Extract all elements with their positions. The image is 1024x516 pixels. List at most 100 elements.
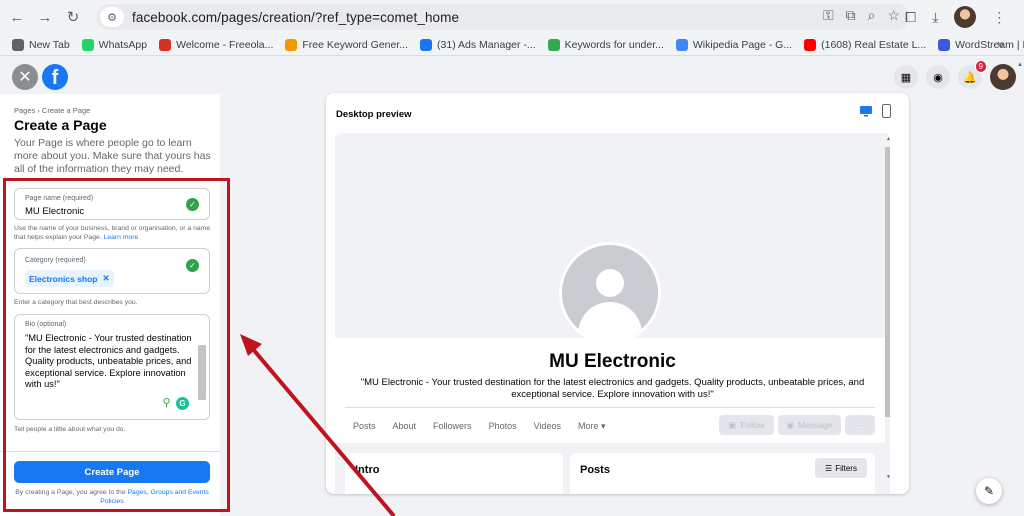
- reload-icon[interactable]: ↻: [62, 6, 84, 28]
- checkmark-icon: ✓: [186, 259, 199, 272]
- browser-profile-avatar[interactable]: [954, 6, 977, 28]
- learn-more-link[interactable]: Learn more: [104, 234, 139, 241]
- site-info-icon[interactable]: ⚙: [100, 7, 124, 27]
- bio-textarea[interactable]: "MU Electronic - Your trusted destinatio…: [25, 333, 193, 391]
- checkmark-icon: ✓: [186, 198, 199, 211]
- terms-prefix: By creating a Page, you agree to the: [15, 489, 126, 496]
- bookmark-favicon-icon: [12, 38, 24, 51]
- bookmark-favicon-icon: [804, 38, 817, 51]
- facebook-logo-icon[interactable]: f: [42, 64, 68, 90]
- bookmark-label: New Tab: [29, 38, 70, 51]
- menu-icon[interactable]: ⋮: [992, 9, 1006, 26]
- preview-tab: Videos: [533, 421, 561, 431]
- menu-grid-icon[interactable]: ▦: [894, 65, 918, 89]
- bio-label: Bio (optional): [25, 321, 67, 328]
- grammarly-icon[interactable]: G: [176, 397, 189, 410]
- bookmark-favicon-icon: [938, 38, 951, 51]
- create-page-panel: Pages › Create a Page Create a Page Your…: [0, 94, 220, 516]
- intro-card: Intro: [345, 453, 563, 494]
- bookmark-item[interactable]: New Tab: [12, 38, 70, 51]
- bookmark-label: WhatsApp: [98, 38, 148, 51]
- bookmark-favicon-icon: [675, 38, 688, 51]
- message-button: ◉ Message: [778, 415, 841, 435]
- preview-tab: Photos: [488, 421, 517, 431]
- bookmark-favicon-icon: [547, 38, 560, 51]
- bookmark-item[interactable]: Free Keyword Gener...: [285, 38, 408, 51]
- filters-button: ☰ Filters: [815, 458, 867, 478]
- bookmark-label: WordStream | Free...: [955, 38, 1024, 51]
- bookmark-favicon-icon: [285, 38, 298, 51]
- page-name-input[interactable]: MU Electronic: [25, 206, 84, 217]
- bookmark-item[interactable]: Wikipedia Page - G...: [675, 38, 792, 51]
- compose-edit-icon[interactable]: ✎: [976, 478, 1002, 504]
- bookmark-favicon-icon: [81, 38, 94, 51]
- address-bar[interactable]: ⚙ facebook.com/pages/creation/?ref_type=…: [96, 4, 910, 30]
- back-icon[interactable]: ←: [6, 6, 28, 28]
- bookmark-label: Welcome - Freeola...: [176, 38, 274, 51]
- profile-avatar[interactable]: [990, 64, 1016, 90]
- forward-icon[interactable]: →: [34, 6, 56, 28]
- scroll-up-icon[interactable]: ▲: [1017, 62, 1023, 68]
- posts-card: Posts ☰ Filters: [570, 453, 875, 494]
- breadcrumb[interactable]: Pages › Create a Page: [14, 106, 90, 115]
- download-icon[interactable]: ⤓: [932, 9, 938, 26]
- zoom-icon[interactable]: ⌕: [868, 7, 876, 24]
- preview-tabs: Posts About Followers Photos Videos More ▾: [353, 421, 622, 432]
- follow-label: Follow: [740, 420, 765, 430]
- desktop-preview-card: Desktop preview MU Electronic "MU Electr…: [326, 93, 909, 494]
- create-page-button[interactable]: Create Page: [14, 461, 210, 483]
- window-scrollbar[interactable]: [1016, 58, 1024, 516]
- bookmark-item[interactable]: (1608) Real Estate L...: [804, 38, 927, 51]
- close-icon[interactable]: ✕: [12, 64, 38, 90]
- notifications-icon[interactable]: 🔔 9: [958, 60, 987, 89]
- bookmarks-bar: New Tab WhatsApp Welcome - Freeola... Free …: [0, 34, 1024, 56]
- preview-tab: Followers: [433, 421, 472, 431]
- preview-tab: More ▾: [577, 421, 606, 431]
- category-help: Enter a category that best describes you…: [14, 299, 138, 306]
- location-pin-icon[interactable]: ⚲: [160, 397, 173, 410]
- preview-page-name: MU Electronic: [549, 351, 676, 372]
- category-label: Category (required): [25, 257, 86, 264]
- preview-tab: Posts: [353, 421, 376, 431]
- more-actions-label: ···: [855, 420, 865, 430]
- messenger-icon[interactable]: ◉: [926, 65, 950, 89]
- category-field[interactable]: Category (required) Electronics shop ✕ ✓: [14, 248, 210, 294]
- bookmark-item[interactable]: WordStream | Free...: [938, 38, 1024, 51]
- bookmark-label: (31) Ads Manager -...: [437, 38, 536, 51]
- bookmarks-more-icon[interactable]: »: [997, 37, 1004, 51]
- page-name-help: Use the name of your business, brand or …: [14, 224, 214, 242]
- bio-scroll-thumb[interactable]: [198, 345, 206, 400]
- bookmark-label: (1608) Real Estate L...: [821, 38, 927, 51]
- bio-field[interactable]: Bio (optional) "MU Electronic - Your tru…: [14, 314, 210, 420]
- bookmark-favicon-icon: [420, 38, 433, 51]
- category-chip-label: Electronics shop: [29, 273, 98, 284]
- remove-chip-icon[interactable]: ✕: [103, 273, 110, 284]
- extensions-icon[interactable]: ⧠: [905, 9, 916, 26]
- preview-tab: About: [392, 421, 417, 431]
- bio-scrollbar[interactable]: [198, 335, 206, 413]
- page-name-field[interactable]: Page name (required) MU Electronic ✓: [14, 188, 210, 220]
- url-text[interactable]: facebook.com/pages/creation/?ref_type=co…: [132, 10, 459, 25]
- preview-bio: "MU Electronic - Your trusted destinatio…: [360, 377, 865, 400]
- bio-help: Tell people a little about what you do.: [14, 426, 126, 433]
- install-icon[interactable]: ⧉: [846, 7, 856, 24]
- message-label: Message: [797, 420, 833, 430]
- bookmark-item[interactable]: Welcome - Freeola...: [159, 38, 274, 51]
- preview-page: MU Electronic "MU Electronic - Your trus…: [335, 133, 890, 494]
- preview-scroll-thumb[interactable]: [885, 147, 890, 417]
- mobile-icon[interactable]: [882, 104, 891, 118]
- scroll-down-icon[interactable]: ▼: [886, 474, 890, 480]
- category-chip[interactable]: Electronics shop ✕: [25, 270, 114, 287]
- page-name-label: Page name (required): [25, 195, 94, 202]
- bookmark-item[interactable]: WhatsApp: [81, 38, 148, 51]
- follow-button: ▣ Follow: [719, 415, 774, 435]
- scroll-up-icon[interactable]: ▲: [886, 136, 890, 142]
- bookmark-label: Keywords for under...: [564, 38, 664, 51]
- page-avatar: [559, 242, 661, 344]
- key-icon[interactable]: ⚿: [823, 7, 834, 24]
- star-icon[interactable]: ☆: [887, 7, 900, 24]
- page-title: Create a Page: [14, 117, 107, 133]
- desktop-icon[interactable]: [859, 105, 873, 117]
- bookmark-item[interactable]: Keywords for under...: [547, 38, 664, 51]
- bookmark-item[interactable]: (31) Ads Manager -...: [420, 38, 536, 51]
